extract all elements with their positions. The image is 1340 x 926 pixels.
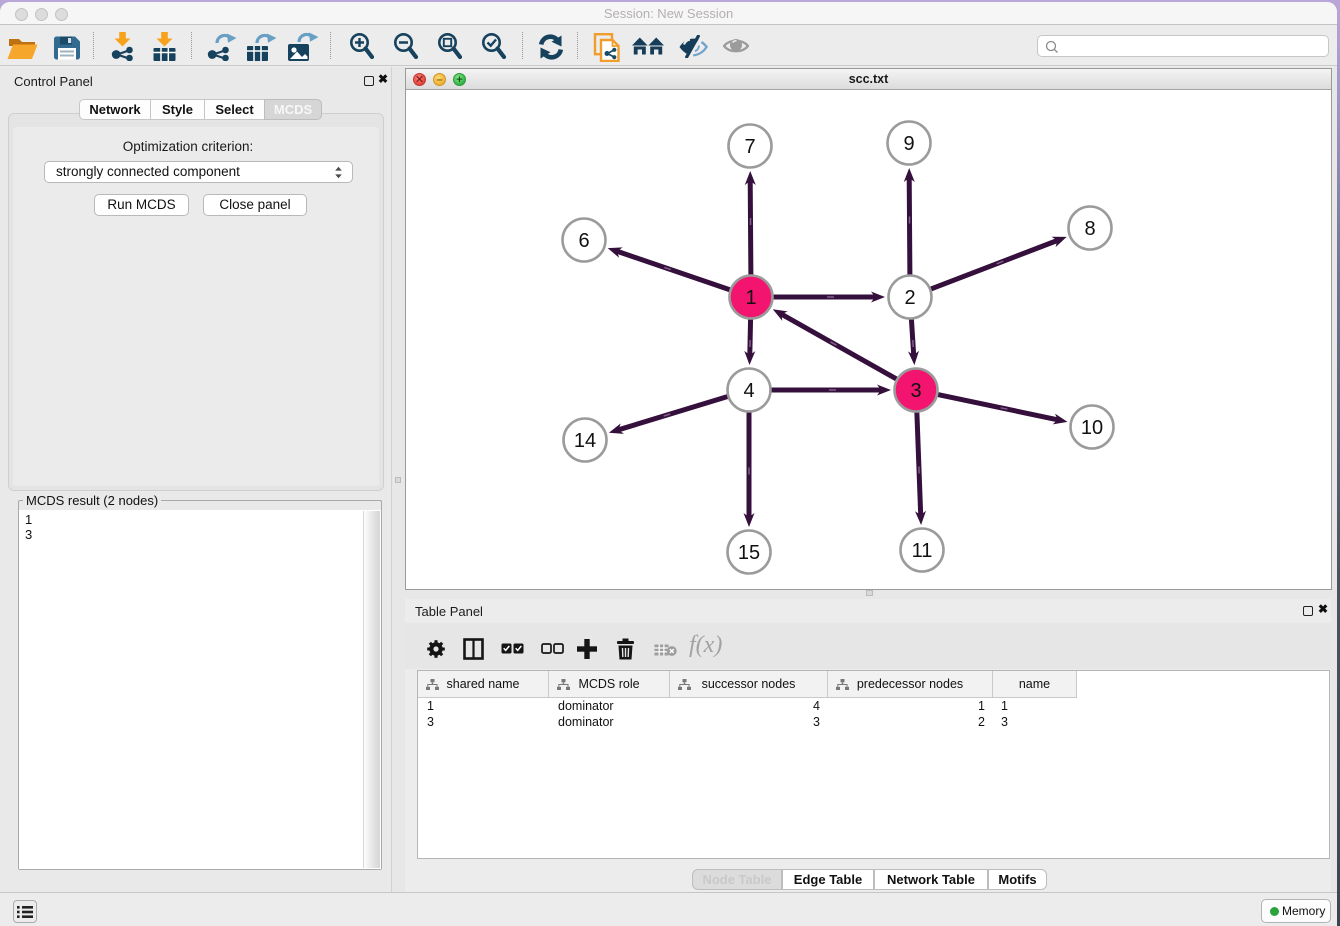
svg-text:3: 3 bbox=[910, 380, 921, 402]
svg-text:14: 14 bbox=[574, 430, 596, 452]
svg-text:11: 11 bbox=[912, 540, 933, 562]
svg-text:8: 8 bbox=[1084, 218, 1095, 240]
svg-text:15: 15 bbox=[738, 542, 760, 564]
svg-text:10: 10 bbox=[1081, 417, 1103, 439]
svg-text:7: 7 bbox=[744, 136, 755, 158]
svg-text:6: 6 bbox=[578, 230, 589, 252]
svg-text:4: 4 bbox=[743, 380, 754, 402]
svg-text:2: 2 bbox=[904, 287, 915, 309]
svg-text:9: 9 bbox=[903, 133, 914, 155]
svg-text:1: 1 bbox=[745, 287, 756, 309]
